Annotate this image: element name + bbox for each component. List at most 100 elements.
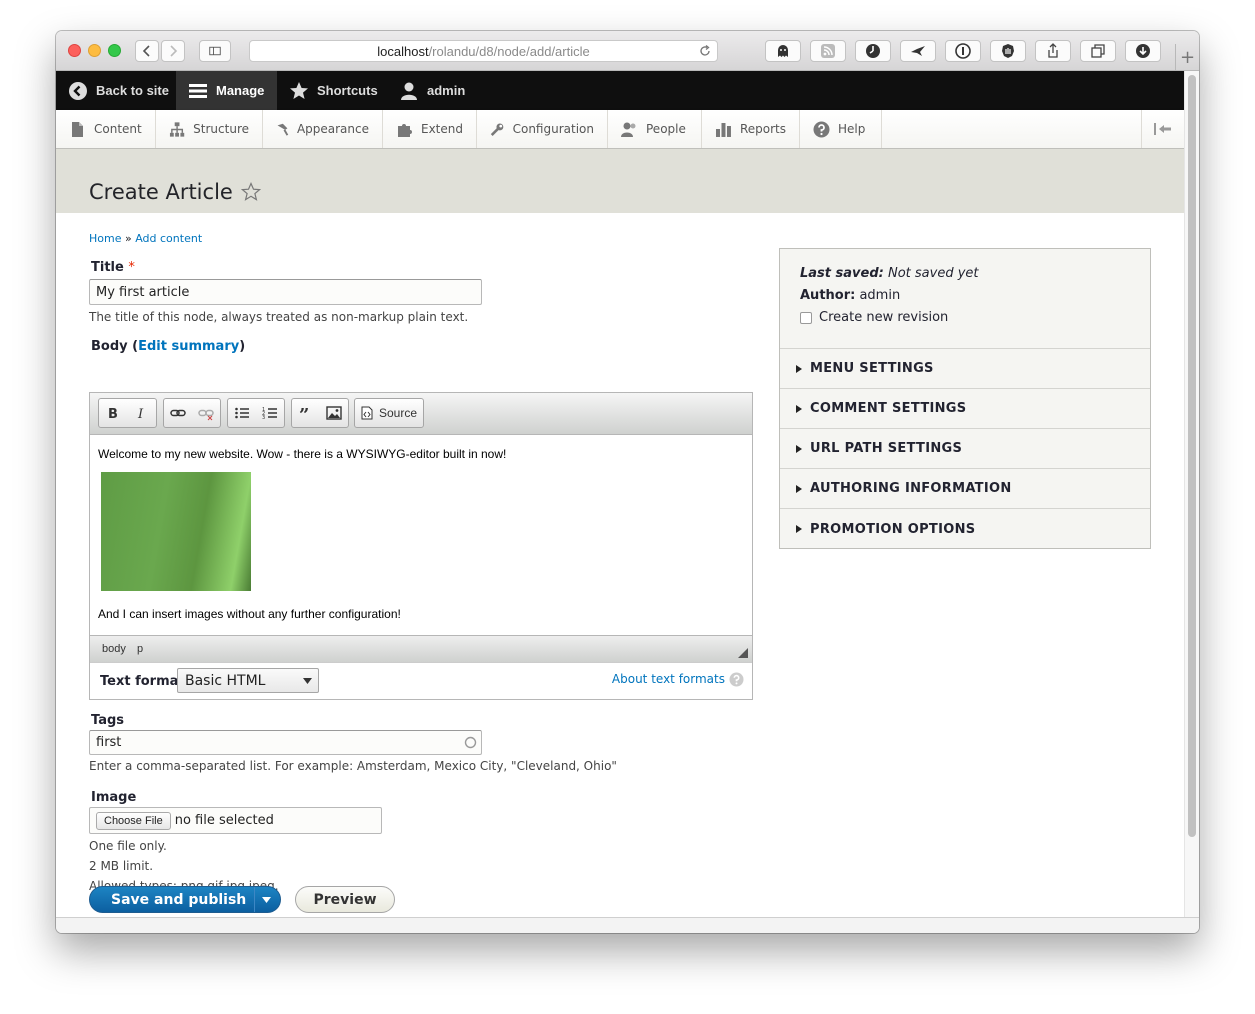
tray-orientation-toggle[interactable] [1141, 110, 1184, 148]
adblock-extension-button[interactable] [990, 40, 1026, 62]
preview-button[interactable]: Preview [295, 886, 395, 913]
bulleted-list-button[interactable] [228, 399, 256, 427]
tags-input[interactable]: first [89, 730, 482, 755]
last-saved-row: Last saved: Not saved yet [800, 266, 1130, 281]
editor-paragraph: And I can insert images without any furt… [98, 607, 401, 621]
tray-item-extend[interactable]: Extend [383, 110, 477, 148]
admin-toolbar: Back to site Manage Shortcuts admin [56, 71, 1184, 110]
back-to-site-link[interactable]: Back to site [56, 71, 181, 110]
edit-summary-link[interactable]: Edit summary [138, 339, 239, 354]
path-item-body[interactable]: body [102, 643, 126, 655]
minimize-window-button[interactable] [88, 44, 101, 57]
authoring-information-toggle[interactable]: AUTHORING INFORMATION [780, 469, 1150, 509]
rss-extension-button[interactable] [810, 40, 846, 62]
path-item-p[interactable]: p [137, 643, 143, 655]
title-input[interactable]: My first article [89, 279, 482, 305]
section-label: AUTHORING INFORMATION [810, 481, 1012, 496]
blockquote-button[interactable]: ” [292, 399, 320, 427]
choose-file-button[interactable]: Choose File [96, 811, 171, 830]
address-bar[interactable]: localhost/rolandu/d8/node/add/article [249, 40, 718, 62]
share-button[interactable] [1035, 40, 1071, 62]
sidebar-toggle-button[interactable] [199, 40, 231, 62]
image-desc-1: One file only. [89, 839, 167, 853]
url-host: localhost [377, 43, 429, 59]
bold-button[interactable]: B [99, 399, 127, 427]
tray-item-help[interactable]: Help [800, 110, 882, 148]
bird-extension-button[interactable] [900, 40, 936, 62]
help-icon[interactable] [729, 672, 744, 687]
insert-image-button[interactable] [320, 399, 348, 427]
editor-group-lists: 123 [227, 398, 285, 428]
text-format-select[interactable]: Basic HTML [177, 668, 319, 693]
manage-label: Manage [216, 83, 265, 98]
tags-description: Enter a comma-separated list. For exampl… [89, 759, 617, 773]
close-window-button[interactable] [68, 44, 81, 57]
required-marker: * [128, 260, 135, 275]
toolbar-user-tab[interactable]: admin [387, 71, 477, 110]
tray-item-label: Help [838, 122, 866, 136]
maximize-window-button[interactable] [108, 44, 121, 57]
resize-handle-icon[interactable] [738, 648, 748, 658]
comment-settings-toggle[interactable]: COMMENT SETTINGS [780, 389, 1150, 429]
password-manager-button[interactable] [945, 40, 981, 62]
tags-label: Tags [91, 713, 125, 728]
section-label: URL PATH SETTINGS [810, 441, 963, 456]
breadcrumb-home-link[interactable]: Home [89, 232, 121, 245]
tray-item-configuration[interactable]: Configuration [477, 110, 608, 148]
embedded-leaf-image[interactable] [101, 472, 251, 591]
numbered-list-button[interactable]: 123 [256, 399, 284, 427]
dropdown-arrow-icon[interactable] [262, 897, 271, 903]
italic-icon: I [137, 407, 144, 421]
downloads-button[interactable] [1125, 40, 1161, 62]
text-format-label: Text format [100, 674, 185, 689]
window-bottom-edge [56, 917, 1199, 933]
italic-button[interactable]: I [127, 399, 155, 427]
breadcrumb-separator: » [124, 232, 132, 245]
url-path-settings-toggle[interactable]: URL PATH SETTINGS [780, 429, 1150, 469]
save-and-publish-button[interactable]: Save and publish [89, 886, 281, 913]
split-divider [254, 887, 255, 912]
menu-settings-toggle[interactable]: MENU SETTINGS [780, 349, 1150, 389]
bar-chart-icon [715, 122, 731, 137]
shortcut-star-icon[interactable] [240, 182, 261, 202]
paint-brush-icon [277, 123, 289, 136]
ghostery-extension-button[interactable] [765, 40, 801, 62]
image-file-input[interactable]: Choose File no file selected [89, 807, 382, 834]
breadcrumb-add-content-link[interactable]: Add content [135, 232, 202, 245]
new-tab-button[interactable]: + [1175, 44, 1199, 71]
tray-item-content[interactable]: Content [56, 110, 156, 148]
back-button[interactable] [135, 40, 159, 62]
source-button[interactable]: Source [355, 406, 423, 420]
tags-input-value: first [96, 735, 122, 750]
hamburger-menu-icon [189, 83, 207, 98]
vertical-scrollbar[interactable] [1184, 71, 1199, 919]
editor-content-area[interactable]: Welcome to my new website. Wow - there i… [90, 435, 752, 635]
create-revision-label[interactable]: Create new revision [819, 310, 948, 325]
toolbar-shortcuts-tab[interactable]: Shortcuts [277, 71, 390, 110]
ghost-icon [778, 45, 788, 57]
promotion-options-toggle[interactable]: PROMOTION OPTIONS [780, 509, 1150, 549]
tray-item-people[interactable]: People [608, 110, 702, 148]
forward-button[interactable] [161, 40, 185, 62]
wysiwyg-editor: B I 1 2 3 ” Source Welcome to my new web… [89, 392, 753, 700]
tray-item-appearance[interactable]: Appearance [263, 110, 383, 148]
no-file-selected-text: no file selected [174, 813, 274, 828]
link-button[interactable] [164, 399, 192, 427]
scrollbar-thumb[interactable] [1188, 75, 1196, 837]
reload-icon[interactable] [698, 44, 712, 58]
unlink-button[interactable] [192, 399, 220, 427]
tabs-overview-button[interactable] [1080, 40, 1116, 62]
text-format-value: Basic HTML [185, 672, 266, 689]
toolbar-manage-tab[interactable]: Manage [176, 71, 277, 110]
image-icon [326, 406, 342, 420]
about-text-formats-link[interactable]: About text formats [612, 672, 725, 686]
save-button-label: Save and publish [111, 891, 247, 908]
triangle-right-icon [796, 404, 802, 413]
timer-extension-button[interactable] [855, 40, 891, 62]
plus-icon: + [1179, 47, 1196, 68]
create-revision-checkbox[interactable] [800, 311, 812, 324]
create-revision-row: Create new revision [800, 310, 1130, 325]
tray-item-reports[interactable]: Reports [702, 110, 800, 148]
tray-item-structure[interactable]: Structure [156, 110, 263, 148]
section-label: PROMOTION OPTIONS [810, 521, 976, 537]
